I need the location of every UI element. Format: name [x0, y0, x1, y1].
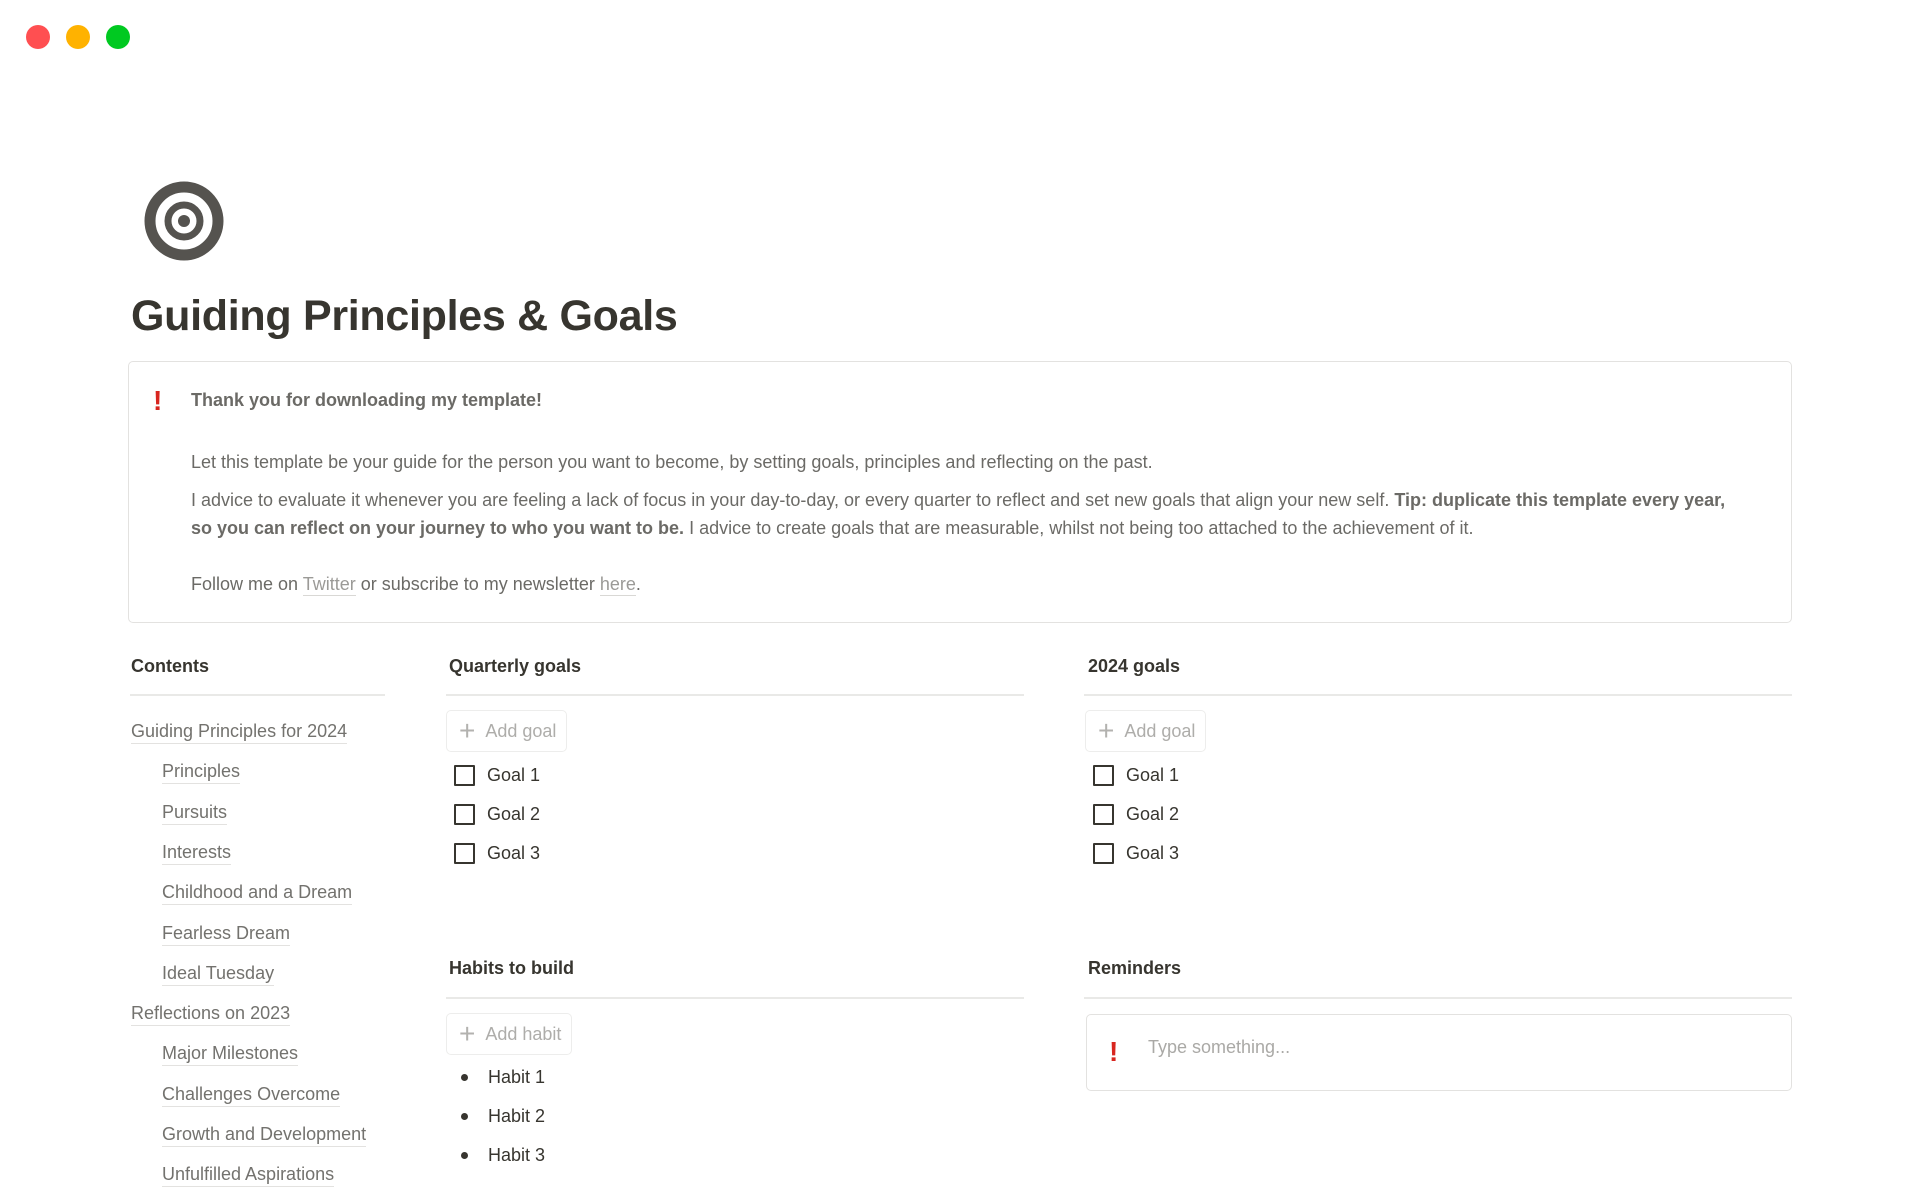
- add-habit-label: Add habit: [485, 1023, 562, 1044]
- minimize-window-button[interactable]: [66, 25, 90, 49]
- follow-line: Follow me on Twitter or subscribe to my …: [191, 570, 1751, 598]
- follow-text: Follow me on: [191, 574, 303, 594]
- exclamation-icon: !: [153, 385, 163, 416]
- yearly-goals-divider: [1084, 694, 1792, 696]
- checkbox[interactable]: [1093, 765, 1114, 786]
- checkbox[interactable]: [1093, 804, 1114, 825]
- target-icon[interactable]: [144, 181, 224, 261]
- toc-link[interactable]: Growth and Development: [162, 1123, 367, 1147]
- toc-link[interactable]: Unfulfilled Aspirations: [162, 1163, 335, 1188]
- todo-item: Goal 2: [1093, 804, 1179, 825]
- toc-link[interactable]: Challenges Overcome: [162, 1083, 341, 1107]
- todo-item: Goal 1: [454, 765, 540, 786]
- add-yearly-goal-button[interactable]: + Add goal: [1085, 710, 1207, 752]
- reminders-heading: Reminders: [1088, 958, 1182, 978]
- toc-link[interactable]: Guiding Principles for 2024: [131, 720, 348, 744]
- todo-label[interactable]: Goal 2: [1126, 804, 1179, 825]
- yearly-goals-heading: 2024 goals: [1088, 656, 1181, 676]
- toc-link[interactable]: Interests: [162, 841, 232, 865]
- quarterly-goals-heading: Quarterly goals: [449, 656, 582, 676]
- bullet-icon: [461, 1113, 468, 1120]
- habits-divider: [446, 997, 1024, 999]
- twitter-link[interactable]: Twitter: [302, 574, 356, 596]
- callout-paragraph-2: I advice to evaluate it whenever you are…: [191, 486, 1751, 542]
- bullet-icon: [461, 1074, 468, 1081]
- habit-label[interactable]: Habit 1: [488, 1067, 545, 1088]
- contents-heading: Contents: [131, 656, 209, 676]
- todo-label[interactable]: Goal 1: [1126, 765, 1179, 786]
- bullet-icon: [461, 1152, 468, 1159]
- todo-label[interactable]: Goal 1: [487, 765, 540, 786]
- toc-link[interactable]: Fearless Dream: [162, 922, 291, 946]
- checkbox[interactable]: [454, 804, 475, 825]
- add-habit-button[interactable]: + Add habit: [446, 1013, 573, 1055]
- reminder-input[interactable]: [1148, 1037, 1748, 1058]
- habit-label[interactable]: Habit 3: [488, 1145, 545, 1166]
- todo-item: Goal 3: [454, 843, 540, 864]
- habit-item: Habit 2: [452, 1106, 545, 1127]
- toc-link[interactable]: Major Milestones: [162, 1042, 299, 1067]
- newsletter-link[interactable]: here: [599, 574, 636, 596]
- todo-label[interactable]: Goal 3: [487, 843, 540, 864]
- paragraph-text: I advice to create goals that are measur…: [684, 518, 1474, 538]
- callout-body[interactable]: Thank you for downloading my template! L…: [191, 386, 1751, 598]
- todo-label[interactable]: Goal 2: [487, 804, 540, 825]
- page-title[interactable]: Guiding Principles & Goals: [131, 292, 678, 341]
- close-window-button[interactable]: [26, 25, 50, 49]
- exclamation-icon: !: [1109, 1036, 1119, 1067]
- toc-link[interactable]: Ideal Tuesday: [162, 962, 275, 986]
- callout-heading: Thank you for downloading my template!: [191, 390, 543, 410]
- toc-link[interactable]: Reflections on 2023: [131, 1002, 291, 1027]
- todo-label[interactable]: Goal 3: [1126, 843, 1179, 864]
- checkbox[interactable]: [1093, 843, 1114, 864]
- habit-item: Habit 3: [452, 1145, 545, 1166]
- plus-icon: +: [459, 1018, 476, 1049]
- add-goal-label: Add goal: [485, 720, 557, 741]
- reminders-callout: !: [1086, 1014, 1792, 1091]
- checkbox[interactable]: [454, 765, 475, 786]
- toc-link[interactable]: Childhood and a Dream: [162, 881, 353, 906]
- maximize-window-button[interactable]: [106, 25, 130, 49]
- todo-item: Goal 3: [1093, 843, 1179, 864]
- plus-icon: +: [459, 715, 476, 746]
- habits-heading: Habits to build: [449, 958, 574, 978]
- habit-label[interactable]: Habit 2: [488, 1106, 545, 1127]
- follow-text: .: [635, 574, 641, 594]
- window-controls: [26, 25, 130, 49]
- follow-text: or subscribe to my newsletter: [355, 574, 600, 594]
- paragraph-text: I advice to evaluate it whenever you are…: [191, 490, 1395, 510]
- quarterly-goals-divider: [446, 694, 1024, 696]
- add-goal-label: Add goal: [1124, 720, 1196, 741]
- reminders-divider: [1084, 997, 1792, 999]
- checkbox[interactable]: [454, 843, 475, 864]
- callout-paragraph-1: Let this template be your guide for the …: [191, 452, 1153, 472]
- toc-link[interactable]: Pursuits: [162, 801, 228, 825]
- todo-item: Goal 1: [1093, 765, 1179, 786]
- intro-callout: ! Thank you for downloading my template!…: [128, 361, 1792, 623]
- toc-link[interactable]: Principles: [162, 760, 241, 785]
- add-quarterly-goal-button[interactable]: + Add goal: [446, 710, 568, 752]
- todo-item: Goal 2: [454, 804, 540, 825]
- habit-item: Habit 1: [452, 1067, 545, 1088]
- plus-icon: +: [1098, 715, 1115, 746]
- contents-divider: [130, 694, 385, 696]
